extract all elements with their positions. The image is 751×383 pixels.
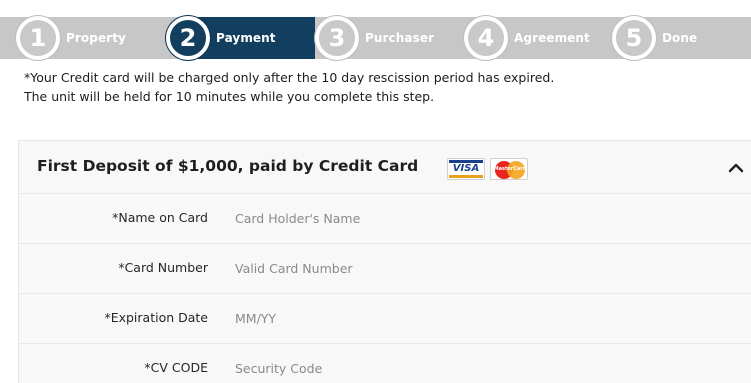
mastercard-logo: MasterCard [490,158,528,180]
hold-note: The unit will be held for 10 minutes whi… [24,89,435,104]
name-on-card-input[interactable] [235,202,715,234]
step-label-agreement: Agreement [514,31,590,45]
card-number-input[interactable] [235,252,715,284]
deposit-panel: First Deposit of $1,000, paid by Credit … [18,140,751,383]
rescission-note: *Your Credit card will be charged only a… [24,70,555,85]
deposit-title: First Deposit of $1,000, paid by Credit … [37,157,419,175]
step-number-3: 3 [315,16,359,60]
step-number-4: 4 [464,16,508,60]
mastercard-logo-text: MasterCard [493,166,527,172]
step-number-2: 2 [166,16,210,60]
step-label-payment: Payment [216,31,276,45]
step-purchaser[interactable]: 3 Purchaser [315,10,434,66]
step-agreement[interactable]: 4 Agreement [464,10,590,66]
card-number-row: *Card Number [19,243,751,293]
expiration-date-row: *Expiration Date [19,293,751,343]
step-payment[interactable]: 2 Payment [166,10,276,66]
name-on-card-row: *Name on Card [19,193,751,243]
visa-logo-text: VISA [452,163,480,174]
cv-code-row: *CV CODE [19,343,751,383]
visa-logo: VISA [447,158,485,180]
expiration-date-label: *Expiration Date [104,310,208,325]
card-number-label: *Card Number [118,260,208,275]
checkout-stepper: 1 Property 2 Payment 3 Purchaser 4 Agree… [0,0,751,70]
deposit-panel-header[interactable]: First Deposit of $1,000, paid by Credit … [19,141,751,193]
name-on-card-label: *Name on Card [112,210,208,225]
step-label-done: Done [662,31,698,45]
step-done[interactable]: 5 Done [612,10,697,66]
step-label-property: Property [66,31,126,45]
step-property[interactable]: 1 Property [16,10,126,66]
cv-code-input[interactable] [235,352,715,383]
step-number-1: 1 [16,16,60,60]
chevron-up-icon[interactable] [727,159,745,177]
expiration-date-input[interactable] [235,302,715,334]
step-number-5: 5 [612,16,656,60]
step-label-purchaser: Purchaser [365,31,435,45]
cv-code-label: *CV CODE [144,360,208,375]
